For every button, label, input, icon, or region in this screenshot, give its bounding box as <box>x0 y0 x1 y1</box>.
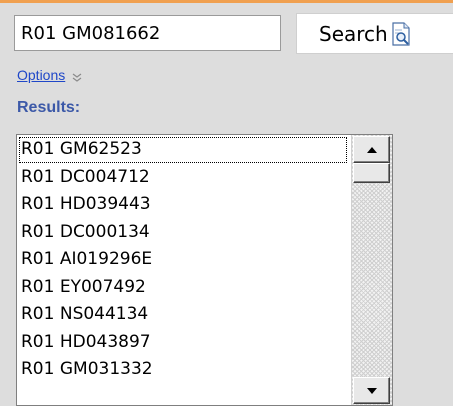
search-button[interactable]: Search <box>296 13 453 54</box>
results-listbox[interactable]: R01 GM62523 R01 DC004712 R01 HD039443 R01 D… <box>16 134 393 406</box>
results-scrollbar[interactable] <box>351 135 392 405</box>
list-item[interactable]: R01 GM62523 <box>18 136 348 164</box>
list-item[interactable]: R01 AI019296E <box>18 246 348 274</box>
list-item[interactable]: R01 DC004712 <box>18 164 348 192</box>
list-item[interactable]: R01 HD043897 <box>18 329 348 357</box>
triangle-up-icon <box>366 146 377 153</box>
scroll-up-button[interactable] <box>353 136 390 163</box>
search-button-label: Search <box>319 21 388 46</box>
results-list: R01 GM62523 R01 DC004712 R01 HD039443 R01 D… <box>18 136 348 384</box>
magnifier-document-icon <box>390 21 412 46</box>
search-panel: Search Options Results: R01 GM62523R01 D… <box>0 0 453 406</box>
list-item[interactable]: R01 HD039443 <box>18 191 348 219</box>
options-link[interactable]: Options <box>17 67 65 83</box>
list-item[interactable]: R01 EY007492 <box>18 274 348 302</box>
search-input[interactable] <box>14 15 281 51</box>
double-chevron-down-icon[interactable] <box>71 69 83 82</box>
results-label: Results: <box>17 99 81 116</box>
options-toggle[interactable]: Options <box>17 64 83 86</box>
list-item[interactable]: R01 NS044134 <box>18 301 348 329</box>
list-item[interactable]: R01 DC000134 <box>18 219 348 247</box>
scroll-thumb[interactable] <box>353 163 390 183</box>
list-item[interactable]: R01 GM031332 <box>18 356 348 384</box>
triangle-down-icon <box>366 387 377 394</box>
scroll-down-button[interactable] <box>353 377 390 404</box>
